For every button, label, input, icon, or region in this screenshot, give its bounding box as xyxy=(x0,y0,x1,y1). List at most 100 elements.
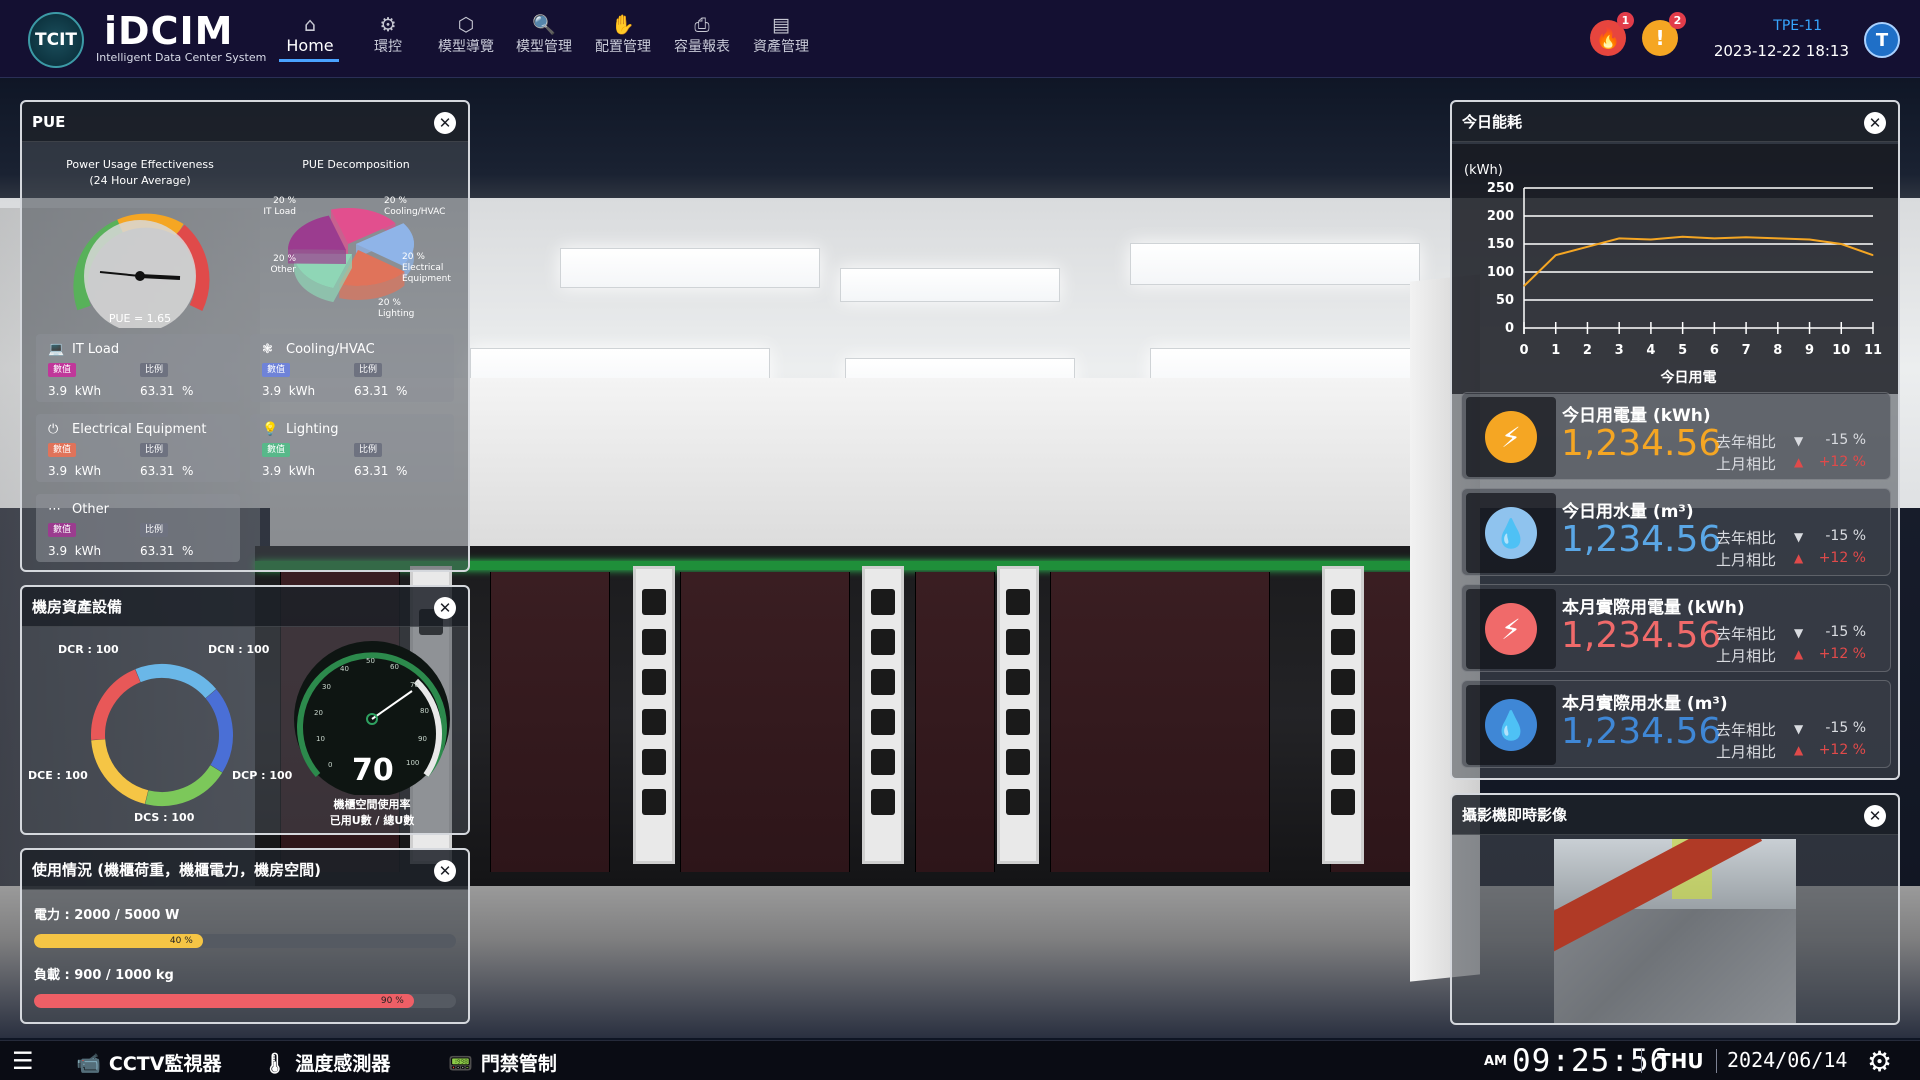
ceiling-light xyxy=(840,268,1060,302)
settings-gear-icon[interactable]: ⚙ xyxy=(1867,1045,1892,1078)
nav-label: 容量報表 xyxy=(674,39,730,55)
yoy-value: -15 % xyxy=(1825,624,1866,640)
y-tick-label: 100 xyxy=(1487,265,1514,280)
x-tick-label: 10 xyxy=(1832,343,1850,358)
nav-label: 資產管理 xyxy=(753,39,809,55)
down-arrow-icon: ▼ xyxy=(1794,626,1804,640)
cabinet-usage-value: 70 xyxy=(352,753,394,788)
nav-environment-control[interactable]: ⚙ 環控 xyxy=(364,14,412,64)
access-control-button[interactable]: 📟 門禁管制 xyxy=(448,1049,557,1076)
rack-front-panel[interactable] xyxy=(997,566,1039,864)
thermometer-icon: 🌡 xyxy=(262,1050,288,1075)
rack-front-panel[interactable] xyxy=(862,566,904,864)
energy-card-today-power[interactable]: ⚡ 今日用電量 (kWh) 1,234.56 去年相比 ▼ -15 % 上月相比… xyxy=(1461,392,1891,480)
card-value: 1,234.56 xyxy=(1561,711,1722,752)
x-tick-label: 0 xyxy=(1519,343,1528,358)
yoy-label: 去年相比 xyxy=(1716,721,1777,739)
mom-label: 上月相比 xyxy=(1716,551,1777,569)
tile-electrical-equipment[interactable]: ⏻ Electrical Equipment 數值 比例 3.9 kWh 63.3… xyxy=(36,414,240,482)
close-icon[interactable]: ✕ xyxy=(1864,805,1886,827)
fan-icon: ❃ xyxy=(262,342,273,357)
gear-icon: ⚙ xyxy=(379,14,397,36)
rack-door[interactable] xyxy=(915,572,995,872)
data-point xyxy=(1650,239,1652,241)
pue-panel: PUE ✕ Power Usage Effectiveness (24 Hour… xyxy=(20,100,470,572)
fire-alarm-button[interactable]: 🔥 1 xyxy=(1590,12,1634,56)
tile-value: 3.9 kWh xyxy=(48,464,102,478)
energy-card-today-water[interactable]: 💧 今日用水量 (m³) 1,234.56 去年相比 ▼ -15 % 上月相比 … xyxy=(1461,488,1891,576)
tile-lighting[interactable]: 💡 Lighting 數值 比例 3.9 kWh 63.31 % xyxy=(250,414,454,482)
tile-it-load[interactable]: 💻 IT Load 數值 比例 3.9 kWh 63.31 % xyxy=(36,334,240,402)
ratio-tag: 比例 xyxy=(140,523,169,537)
rack-front-panel[interactable] xyxy=(1322,566,1364,864)
company-logo[interactable]: TCIT xyxy=(28,12,84,68)
data-point xyxy=(1840,243,1842,245)
ceiling-light xyxy=(560,248,820,288)
gauge-tick: 80 xyxy=(420,707,429,715)
app-name: iDCIM xyxy=(104,9,234,53)
nav-capacity-report[interactable]: ⎙ 容量報表 xyxy=(672,14,732,64)
nav-model-tour[interactable]: ⬡ 模型導覽 xyxy=(436,14,496,64)
panel-title: 攝影機即時影像 xyxy=(1452,795,1898,835)
rack-door[interactable] xyxy=(490,572,610,872)
nav-label: 模型管理 xyxy=(516,39,572,55)
load-pct-label: 90 % xyxy=(380,996,404,1006)
gauge-tick: 30 xyxy=(322,683,331,691)
load-progress-bar: 90 % xyxy=(34,994,456,1008)
clock-date: 2024/06/14 xyxy=(1727,1048,1848,1072)
slice-label-it-load: 20 % IT Load xyxy=(254,196,296,218)
tile-cooling-hvac[interactable]: ❃ Cooling/HVAC 數值 比例 3.9 kWh 63.31 % xyxy=(250,334,454,402)
rack-door[interactable] xyxy=(680,572,850,872)
chart-ylabel: (kWh) xyxy=(1464,163,1503,178)
nav-configuration-management[interactable]: ✋ 配置管理 xyxy=(593,14,653,64)
close-icon[interactable]: ✕ xyxy=(1864,112,1886,134)
tile-other[interactable]: ⋯ Other 數值 比例 3.9 kWh 63.31 % xyxy=(36,494,240,562)
water-drop-icon: 💧 xyxy=(1485,507,1537,559)
gauge-tick: 20 xyxy=(314,709,323,717)
gauge-title-line2: (24 Hour Average) xyxy=(89,174,191,187)
ratio-tag: 比例 xyxy=(354,363,383,377)
warning-alarm-button[interactable]: ! 2 xyxy=(1642,12,1686,56)
camera-live-feed[interactable] xyxy=(1554,839,1796,1023)
mom-label: 上月相比 xyxy=(1716,455,1777,473)
bottom-status-bar: ☰ 📹 CCTV監視器 🌡 溫度感測器 📟 門禁管制 AM 09:25:56 T… xyxy=(0,1040,1920,1080)
water-drop-icon: 💧 xyxy=(1485,699,1537,751)
nav-asset-management[interactable]: ▤ 資產管理 xyxy=(751,14,811,64)
ratio-tag: 比例 xyxy=(140,363,169,377)
close-icon[interactable]: ✕ xyxy=(434,860,456,882)
camera-panel: 攝影機即時影像 ✕ xyxy=(1450,793,1900,1025)
nav-home[interactable]: ⌂ Home xyxy=(282,14,338,64)
energy-card-month-water[interactable]: 💧 本月實際用水量 (m³) 1,234.56 去年相比 ▼ -15 % 上月相… xyxy=(1461,680,1891,768)
close-icon[interactable]: ✕ xyxy=(434,112,456,134)
slice-label-electrical: 20 % Electrical Equipment xyxy=(402,252,474,285)
cctv-button[interactable]: 📹 CCTV監視器 xyxy=(76,1049,221,1076)
warning-alarm-count-badge: 2 xyxy=(1669,12,1686,29)
yoy-value: -15 % xyxy=(1825,432,1866,448)
data-point xyxy=(1872,254,1874,256)
usage-panel: 使用情況 (機櫃荷重，機櫃電力，機房空間) ✕ 電力 : 2000 / 5000… xyxy=(20,848,470,1024)
rack-front-panel[interactable] xyxy=(633,566,675,864)
nav-model-management[interactable]: 🔍 模型管理 xyxy=(514,14,574,64)
divider xyxy=(1641,1049,1642,1073)
tile-ratio: 63.31 % xyxy=(140,464,194,478)
gauge-tick: 0 xyxy=(328,761,333,769)
temperature-sensor-button[interactable]: 🌡 溫度感測器 xyxy=(262,1049,390,1076)
y-tick-label: 150 xyxy=(1487,237,1514,252)
panel-title: 使用情況 (機櫃荷重，機櫃電力，機房空間) xyxy=(22,850,468,890)
close-icon[interactable]: ✕ xyxy=(434,597,456,619)
data-point xyxy=(1618,237,1620,239)
rack-door[interactable] xyxy=(1050,572,1270,872)
data-point xyxy=(1777,237,1779,239)
value-tag: 數值 xyxy=(48,363,77,377)
energy-card-month-power[interactable]: ⚡ 本月實際用電量 (kWh) 1,234.56 去年相比 ▼ -15 % 上月… xyxy=(1461,584,1891,672)
mom-label: 上月相比 xyxy=(1716,647,1777,665)
value-tag: 數值 xyxy=(48,523,77,537)
slice-label-lighting: 20 % Lighting xyxy=(378,298,438,320)
menu-icon[interactable]: ☰ xyxy=(12,1047,34,1075)
value-tag: 數值 xyxy=(48,443,77,457)
user-avatar[interactable]: T xyxy=(1864,22,1900,58)
bottom-item-label: 門禁管制 xyxy=(480,1053,557,1075)
caption-line1: 機櫃空間使用率 xyxy=(333,798,411,811)
slice-pct: 20 % xyxy=(273,196,296,206)
tile-ratio: 63.31 % xyxy=(354,464,408,478)
